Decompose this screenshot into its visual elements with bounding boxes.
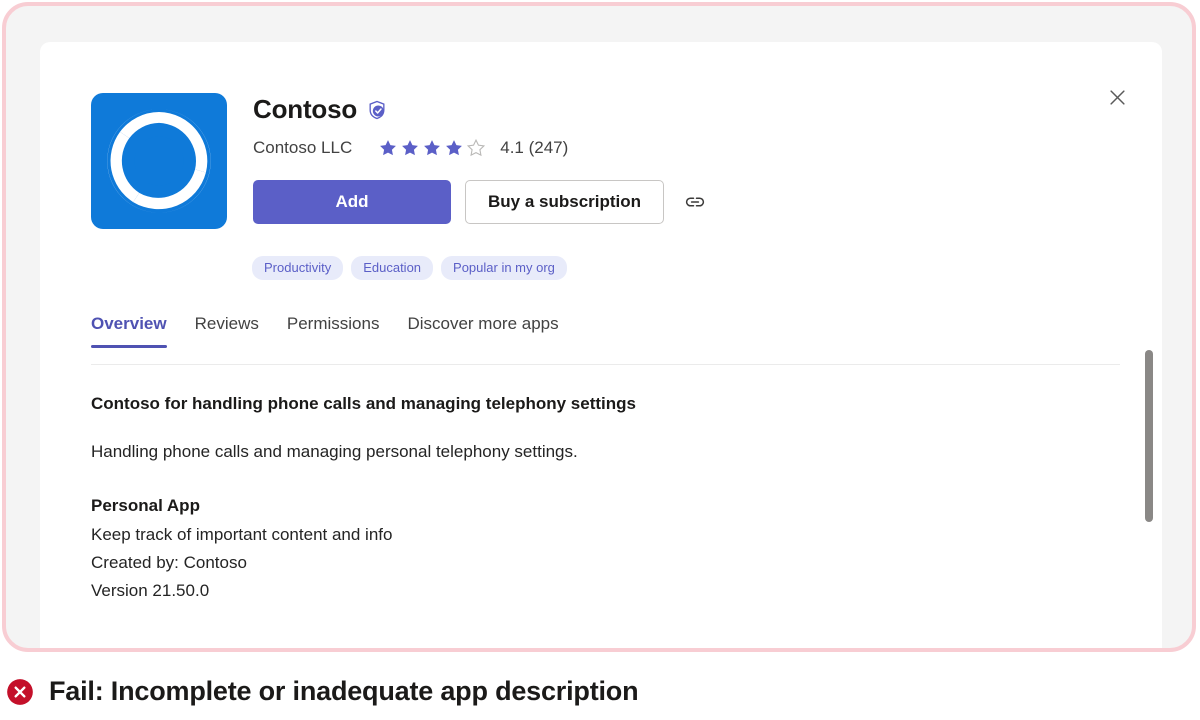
annotated-frame: Contoso Contoso LLC [2,2,1196,652]
app-actions: Add Buy a subscription [253,180,708,224]
tab-permissions[interactable]: Permissions [273,314,394,348]
rating-value: 4.1 (247) [500,138,568,158]
verified-shield-icon [367,100,387,120]
caption: Fail: Incomplete or inadequate app descr… [6,676,638,707]
rating-stars [378,138,486,158]
star-filled-icon [444,138,464,158]
close-icon [1109,89,1126,106]
detail-line-version: Version 21.50.0 [91,577,1091,605]
tag-productivity[interactable]: Productivity [252,256,343,280]
overview-description: Handling phone calls and managing person… [91,442,1091,462]
tab-overview[interactable]: Overview [91,314,181,348]
overview-panel: Contoso for handling phone calls and man… [91,394,1091,605]
app-tags: Productivity Education Popular in my org [252,256,567,280]
close-button[interactable] [1100,80,1134,114]
caption-text: Fail: Incomplete or inadequate app descr… [49,676,638,707]
buy-subscription-button[interactable]: Buy a subscription [465,180,664,224]
overview-heading: Contoso for handling phone calls and man… [91,394,1091,414]
app-detail-dialog: Contoso Contoso LLC [40,42,1162,652]
copy-link-button[interactable] [682,189,708,215]
scrollbar[interactable] [1144,322,1154,652]
star-filled-icon [400,138,420,158]
app-title-row: Contoso [253,94,387,125]
tab-reviews[interactable]: Reviews [181,314,273,348]
tab-divider [91,364,1120,365]
tag-popular-in-my-org[interactable]: Popular in my org [441,256,567,280]
publisher-name: Contoso LLC [253,138,352,158]
app-meta-row: Contoso LLC 4.1 (247) [253,138,568,158]
tab-discover-more-apps[interactable]: Discover more apps [393,314,572,348]
star-empty-icon [466,138,486,158]
scrollbar-thumb[interactable] [1145,350,1153,522]
contoso-swirl-icon [91,93,227,229]
personal-app-heading: Personal App [91,496,1091,516]
star-filled-icon [422,138,442,158]
fail-circle-x-icon [6,678,34,706]
detail-line-created-by: Created by: Contoso [91,549,1091,577]
star-filled-icon [378,138,398,158]
add-button[interactable]: Add [253,180,451,224]
tab-bar: Overview Reviews Permissions Discover mo… [91,314,573,348]
tag-education[interactable]: Education [351,256,433,280]
page-title: Contoso [253,94,357,125]
link-icon [683,190,707,214]
detail-line-capability: Keep track of important content and info [91,521,1091,549]
